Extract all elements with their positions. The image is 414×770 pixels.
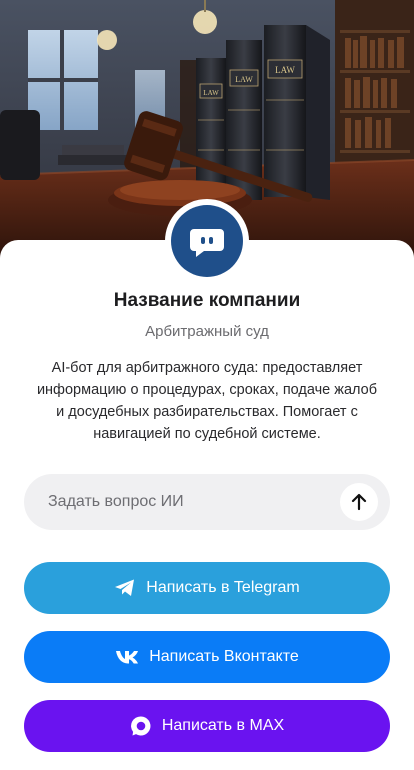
svg-text:LAW: LAW (235, 75, 253, 84)
avatar (165, 199, 249, 283)
arrow-up-icon (351, 493, 367, 511)
telegram-button[interactable]: Написать в Telegram (24, 562, 390, 614)
svg-text:LAW: LAW (275, 65, 295, 75)
max-button[interactable]: Написать в MAX (24, 700, 390, 752)
vk-button-label: Написать Вконтакте (149, 648, 299, 665)
send-button[interactable] (340, 483, 378, 521)
vk-button[interactable]: Написать Вконтакте (24, 631, 390, 683)
vk-icon (115, 650, 139, 664)
company-category: Арбитражный суд (145, 323, 269, 340)
avatar-background (171, 205, 243, 277)
ask-ai-field (24, 474, 390, 530)
telegram-button-label: Написать в Telegram (146, 579, 300, 596)
max-button-label: Написать в MAX (161, 717, 285, 734)
max-icon (130, 715, 152, 737)
svg-text:LAW: LAW (203, 89, 219, 97)
company-description: AI-бот для арбитражного суда: предоставл… (36, 360, 378, 442)
chat-bot-icon (190, 229, 224, 257)
company-name: Название компании (113, 290, 301, 311)
ask-ai-input[interactable] (48, 493, 340, 511)
telegram-icon (114, 578, 136, 598)
